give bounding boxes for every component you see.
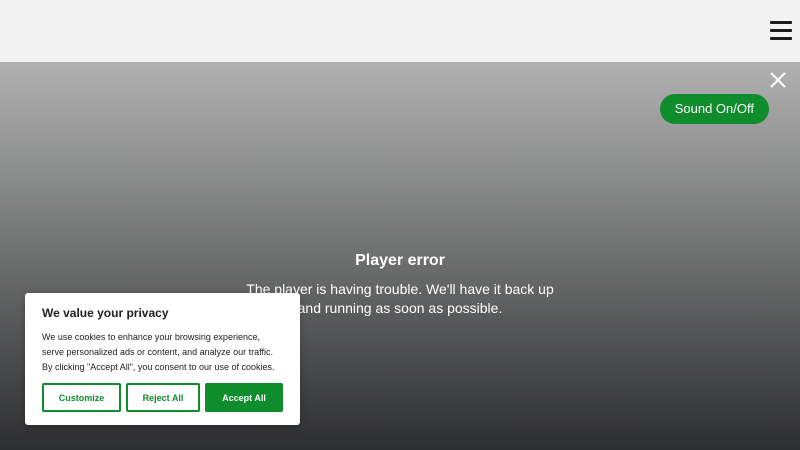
page: Sound On/Off Player error The player is … [0,0,800,450]
cookie-banner-title: We value your privacy [42,306,169,320]
menu-line [770,29,792,32]
player-error-title: Player error [355,252,445,269]
reject-all-button[interactable]: Reject All [126,383,200,412]
accept-all-button[interactable]: Accept All [205,383,283,412]
menu-line [770,21,792,24]
close-icon[interactable] [768,70,788,90]
cookie-banner-buttons: Customize Reject All Accept All [42,383,283,412]
customize-button[interactable]: Customize [42,383,121,412]
cookie-banner-text: We use cookies to enhance your browsing … [42,332,275,372]
hamburger-menu-icon[interactable] [770,19,794,43]
cookie-consent-banner: We value your privacy We use cookies to … [25,293,300,425]
sound-toggle-button[interactable]: Sound On/Off [659,94,769,124]
top-bar [0,0,800,62]
menu-line [770,37,792,40]
